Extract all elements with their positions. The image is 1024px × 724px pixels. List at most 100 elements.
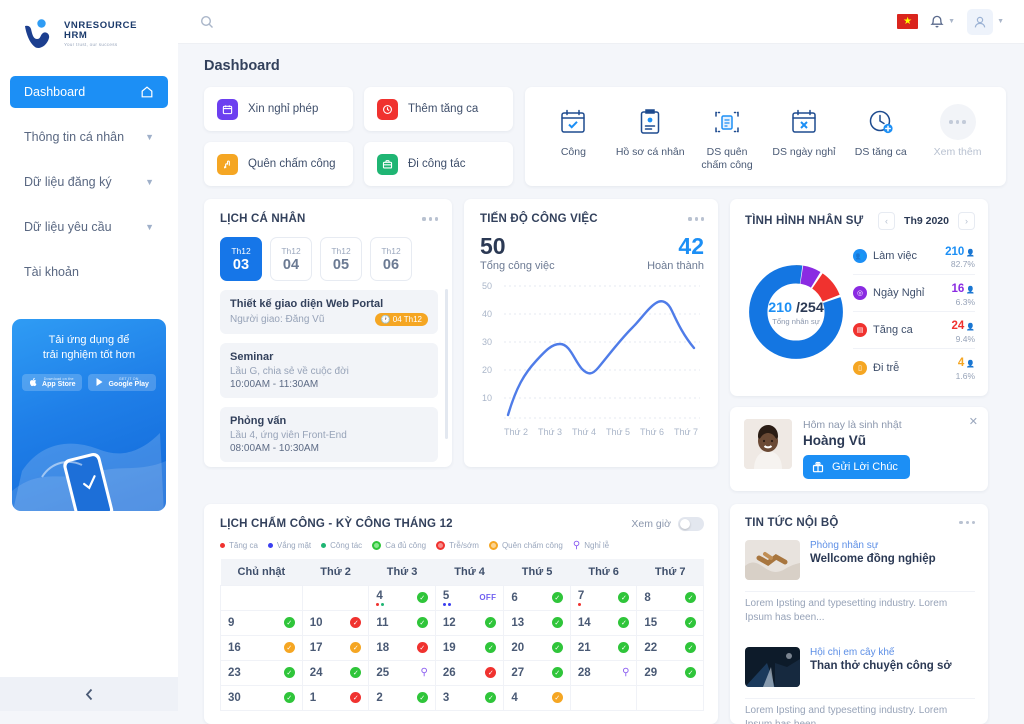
attendance-cell[interactable]: 8✓ xyxy=(637,585,704,610)
brand-logo[interactable]: VNRESOURCE HRM Your trust, our success xyxy=(0,0,178,54)
svg-text:50: 50 xyxy=(482,281,492,291)
day-chip-04[interactable]: Th12 04 xyxy=(270,237,312,281)
attendance-cell[interactable]: 11✓ xyxy=(369,610,436,635)
news-list-item[interactable]: Hội chị em cây khế Than thở chuyện công … xyxy=(745,636,975,699)
attendance-cell[interactable]: 12✓ xyxy=(435,610,503,635)
google-play-button[interactable]: GET IT ON Google Play xyxy=(88,374,155,391)
prev-month-button[interactable]: ‹ xyxy=(878,212,895,230)
attendance-status-marker: ✓ xyxy=(417,692,428,703)
table-row: 23✓24✓25⚲26✓27✓28⚲29✓ xyxy=(221,660,704,685)
attendance-cell[interactable]: 28⚲ xyxy=(570,660,637,685)
sidebar-item-registration-data[interactable]: Dữ liệu đăng ký ▼ xyxy=(10,166,168,198)
sidebar-item-dashboard[interactable]: Dashboard xyxy=(10,76,168,108)
attendance-cell[interactable]: 23✓ xyxy=(221,660,303,685)
user-menu-button[interactable]: ▼ xyxy=(967,9,1004,35)
shortcut-cong[interactable]: Công xyxy=(538,103,608,159)
quick-action-overtime[interactable]: Thêm tăng ca xyxy=(364,87,513,131)
night-road-photo xyxy=(745,647,800,687)
event-item[interactable]: Seminar Lầu G, chia sẻ về cuộc đời 10:00… xyxy=(220,343,438,398)
dashboard-row-2: LỊCH CÁ NHÂN Th12 03 Th12 04 Th12 05 Th1… xyxy=(204,199,1006,491)
quick-action-label: Đi công tác xyxy=(408,158,466,170)
sidebar-item-request-data[interactable]: Dữ liệu yêu cầu ▼ xyxy=(10,211,168,243)
search-input[interactable] xyxy=(200,15,214,29)
shortcut-ds-tang-ca[interactable]: DS tăng ca xyxy=(846,103,916,159)
attendance-cell[interactable]: 18✓ xyxy=(369,635,436,660)
quick-action-business-trip[interactable]: Đi công tác xyxy=(364,142,513,186)
sidebar-item-label: Tài khoản xyxy=(24,265,79,279)
sidebar-item-account[interactable]: Tài khoản xyxy=(10,256,168,288)
day-chip-03[interactable]: Th12 03 xyxy=(220,237,262,281)
promo-banner[interactable]: Tải ứng dụng để trải nghiệm tốt hơn Down… xyxy=(12,319,166,511)
attendance-cell[interactable]: 26✓ xyxy=(435,660,503,685)
attendance-cell[interactable]: 13✓ xyxy=(504,610,571,635)
kebab-menu-icon[interactable] xyxy=(422,217,438,220)
attendance-cell[interactable]: 9✓ xyxy=(221,610,303,635)
attendance-cell[interactable]: 6✓ xyxy=(504,585,571,610)
close-icon[interactable]: ✕ xyxy=(969,415,978,428)
day-chip-06[interactable]: Th12 06 xyxy=(370,237,412,281)
shortcut-ds-quen-cham-cong[interactable]: DS quên chấm công xyxy=(692,103,762,172)
day-chip-05[interactable]: Th12 05 xyxy=(320,237,362,281)
attendance-cell[interactable]: 4✓ xyxy=(504,685,571,710)
kebab-menu-icon[interactable] xyxy=(688,217,704,220)
attendance-cell[interactable]: 21✓ xyxy=(570,635,637,660)
attendance-cell xyxy=(302,585,369,610)
quick-action-forgot-checkin[interactable]: Quên chấm công xyxy=(204,142,353,186)
event-item[interactable]: Phỏng vấn Lầu 4, ứng viên Front-End 08:0… xyxy=(220,407,438,462)
avatar[interactable] xyxy=(967,9,993,35)
attendance-day-number: 12 xyxy=(443,617,456,629)
legend-label: Quên chấm công xyxy=(502,541,563,550)
attendance-cell[interactable]: 30✓ xyxy=(221,685,303,710)
day-chip-day: 05 xyxy=(333,257,349,273)
attendance-day-number: 1 xyxy=(310,692,316,704)
send-wishes-button[interactable]: Gửi Lời Chúc xyxy=(803,455,910,479)
attendance-cell[interactable]: 27✓ xyxy=(504,660,571,685)
user-avatar-icon xyxy=(973,15,987,29)
shortcut-ho-so-ca-nhan[interactable]: Hồ sơ cá nhân xyxy=(615,103,685,159)
shortcut-ds-ngay-nghi[interactable]: DS ngày nghỉ xyxy=(769,103,839,159)
language-flag-button[interactable]: ★ xyxy=(897,14,918,29)
attendance-cell[interactable]: 22✓ xyxy=(637,635,704,660)
quick-action-leave-request[interactable]: Xin nghỉ phép xyxy=(204,87,353,131)
notifications-button[interactable]: ▼ xyxy=(930,14,955,29)
work-progress-line-chart: 504030 2010 Thứ 2Thứ 3Thứ 4 Thứ 5Thứ 6Th… xyxy=(480,278,704,443)
umbrella-icon: ⚲ xyxy=(622,667,629,678)
toggle-switch[interactable] xyxy=(678,517,704,531)
legend-tang-ca: Tăng ca xyxy=(220,541,258,550)
news-list-item[interactable]: Phòng nhân sự Wellcome đồng nghiệp xyxy=(745,529,975,592)
handshake-photo xyxy=(745,540,800,580)
attendance-day-number: 20 xyxy=(511,642,524,654)
google-play-small: GET IT ON xyxy=(108,377,148,381)
chevron-down-icon: ▼ xyxy=(145,132,154,142)
next-month-button[interactable]: › xyxy=(958,212,975,230)
view-time-toggle[interactable]: Xem giờ xyxy=(631,517,704,531)
attendance-cell[interactable]: 24✓ xyxy=(302,660,369,685)
card-header: LỊCH CHẤM CÔNG - KỲ CÔNG THÁNG 12 Xem gi… xyxy=(220,517,704,531)
kebab-menu-icon[interactable] xyxy=(959,521,975,524)
attendance-cell[interactable]: 1✓ xyxy=(302,685,369,710)
sidebar-collapse-button[interactable] xyxy=(0,677,178,711)
overtime-icon: ▤ xyxy=(853,323,867,337)
attendance-cell[interactable]: 25⚲ xyxy=(369,660,436,685)
attendance-cell[interactable]: 29✓ xyxy=(637,660,704,685)
scrollbar[interactable] xyxy=(445,289,448,439)
attendance-cell[interactable]: 17✓ xyxy=(302,635,369,660)
attendance-cell[interactable]: 5OFF xyxy=(435,585,503,610)
day-selector: Th12 03 Th12 04 Th12 05 Th12 06 xyxy=(220,237,438,281)
attendance-cell[interactable]: 2✓ xyxy=(369,685,436,710)
attendance-cell[interactable]: 19✓ xyxy=(435,635,503,660)
attendance-cell[interactable]: 4✓ xyxy=(369,585,436,610)
attendance-cell[interactable]: 10✓ xyxy=(302,610,369,635)
attendance-day-number: 24 xyxy=(310,667,323,679)
attendance-cell[interactable]: 20✓ xyxy=(504,635,571,660)
legend-row-di-tre: ▯ Đi trễ 4👤 1.6% xyxy=(853,349,975,385)
shortcut-xem-them[interactable]: Xem thêm xyxy=(923,103,993,159)
attendance-cell[interactable]: 14✓ xyxy=(570,610,637,635)
app-store-button[interactable]: Download on the App Store xyxy=(22,374,82,391)
attendance-cell[interactable]: 3✓ xyxy=(435,685,503,710)
sidebar-item-personal-info[interactable]: Thông tin cá nhân ▼ xyxy=(10,121,168,153)
attendance-cell[interactable]: 15✓ xyxy=(637,610,704,635)
event-item[interactable]: Thiết kế giao diện Web Portal Người giao… xyxy=(220,290,438,334)
attendance-cell[interactable]: 16✓ xyxy=(221,635,303,660)
attendance-cell[interactable]: 7✓ xyxy=(570,585,637,610)
